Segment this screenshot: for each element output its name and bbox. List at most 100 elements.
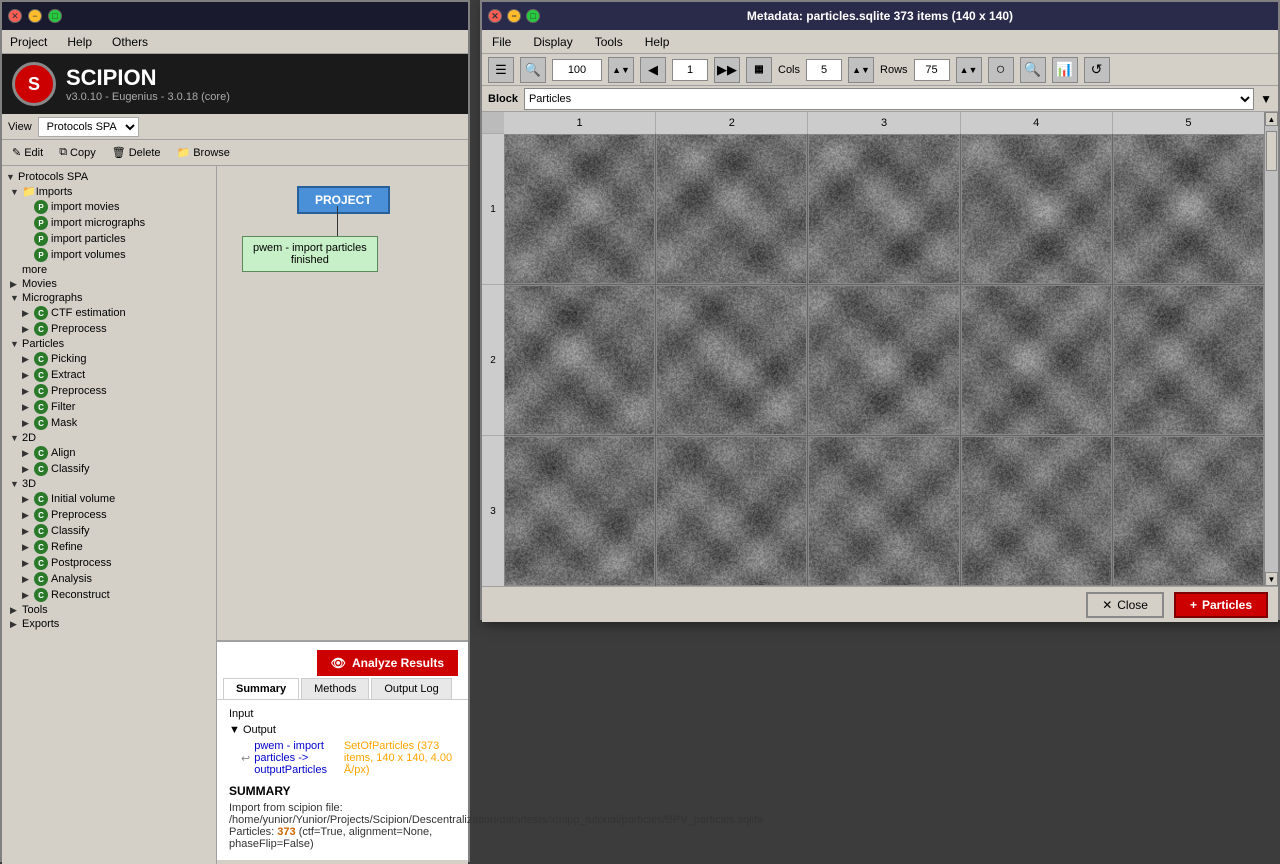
sidebar-item-exports[interactable]: ▶ Exports — [2, 617, 216, 631]
menu-project[interactable]: Project — [6, 33, 51, 51]
zoom-in-btn[interactable]: 🔍 — [520, 57, 546, 83]
sidebar-item-align[interactable]: ▶ C Align — [2, 445, 216, 461]
sidebar-item-classify-2d[interactable]: ▶ C Classify — [2, 461, 216, 477]
close-btn[interactable]: ✕ — [8, 9, 22, 23]
meta-menu-file[interactable]: File — [488, 33, 515, 51]
view-select[interactable]: Protocols SPA — [38, 117, 139, 137]
menu-help[interactable]: Help — [63, 33, 96, 51]
sidebar-item-refine[interactable]: ▶ C Refine — [2, 539, 216, 555]
rows-input[interactable] — [914, 59, 950, 81]
sidebar-item-reconstruct[interactable]: ▶ C Reconstruct — [2, 587, 216, 603]
sidebar-item-classify-3d[interactable]: ▶ C Classify — [2, 523, 216, 539]
browse-button[interactable]: 📁 Browse — [173, 144, 234, 161]
table-row[interactable] — [808, 134, 959, 284]
sidebar-label: Filter — [51, 401, 75, 413]
table-row[interactable] — [504, 285, 655, 435]
sidebar-item-filter[interactable]: ▶ C Filter — [2, 399, 216, 415]
table-row[interactable] — [656, 134, 807, 284]
sidebar-item-preprocess-3d[interactable]: ▶ C Preprocess — [2, 507, 216, 523]
cols-input[interactable] — [806, 59, 842, 81]
table-row[interactable] — [961, 436, 1112, 586]
sidebar-item-movies[interactable]: ▶ Movies — [2, 277, 216, 291]
block-select[interactable]: Particles — [524, 88, 1254, 110]
col-header-4: 4 — [961, 112, 1113, 134]
table-row[interactable] — [656, 285, 807, 435]
meta-menu-display[interactable]: Display — [529, 33, 576, 51]
sidebar-item-preprocess-particles[interactable]: ▶ C Preprocess — [2, 383, 216, 399]
table-view-btn[interactable]: ☰ — [488, 57, 514, 83]
meta-menu-tools[interactable]: Tools — [591, 33, 627, 51]
tab-summary[interactable]: Summary — [223, 678, 299, 699]
sidebar-item-more[interactable]: more — [2, 263, 216, 277]
stats-btn[interactable]: 📊 — [1052, 57, 1078, 83]
sidebar-item-picking[interactable]: ▶ C Picking — [2, 351, 216, 367]
sidebar-item-analysis[interactable]: ▶ C Analysis — [2, 571, 216, 587]
sidebar-item-extract[interactable]: ▶ C Extract — [2, 367, 216, 383]
table-row[interactable] — [1113, 436, 1264, 586]
sidebar-item-mask[interactable]: ▶ C Mask — [2, 415, 216, 431]
table-row[interactable] — [504, 436, 655, 586]
analyze-results-button[interactable]: 👁 Analyze Results — [317, 650, 458, 676]
sidebar-item-ctf[interactable]: ▶ C CTF estimation — [2, 305, 216, 321]
sidebar-item-imports[interactable]: ▼ 📁 Imports — [2, 184, 216, 199]
table-row[interactable] — [808, 436, 959, 586]
input-label: Input — [229, 708, 253, 720]
tab-output-log[interactable]: Output Log — [371, 678, 451, 699]
delete-button[interactable]: 🗑 Delete — [108, 144, 165, 161]
sidebar-item-protocols-spa[interactable]: ▼ Protocols SPA — [2, 170, 216, 184]
sidebar-item-2d[interactable]: ▼ 2D — [2, 431, 216, 445]
table-row[interactable] — [808, 285, 959, 435]
zoom-input[interactable] — [552, 59, 602, 81]
zoom-spinner-up[interactable]: ▲▼ — [608, 57, 634, 83]
nav-right-btn[interactable]: ▶▶ — [714, 57, 740, 83]
table-row[interactable] — [961, 134, 1112, 284]
sidebar-item-import-movies[interactable]: P import movies — [2, 199, 216, 215]
scrollbar[interactable]: ▲ ▼ — [1264, 112, 1278, 586]
sidebar-item-postprocess[interactable]: ▶ C Postprocess — [2, 555, 216, 571]
copy-button[interactable]: ⧉ Copy — [55, 144, 100, 161]
metadata-maximize-btn[interactable]: □ — [526, 9, 540, 23]
scroll-track[interactable] — [1265, 126, 1278, 572]
metadata-close-btn[interactable]: ✕ — [488, 9, 502, 23]
table-row[interactable] — [1113, 134, 1264, 284]
sidebar-item-tools[interactable]: ▶ Tools — [2, 603, 216, 617]
scroll-down-btn[interactable]: ▼ — [1265, 572, 1278, 586]
close-button[interactable]: ✕ Close — [1086, 592, 1164, 618]
maximize-btn[interactable]: □ — [48, 9, 62, 23]
search-btn[interactable]: 🔍 — [1020, 57, 1046, 83]
particles-button[interactable]: + Particles — [1174, 592, 1268, 618]
protocol-icon: C — [34, 508, 48, 522]
metadata-minimize-btn[interactable]: − — [507, 9, 521, 23]
reset-btn[interactable]: ○ — [988, 57, 1014, 83]
sidebar-item-micrographs[interactable]: ▼ Micrographs — [2, 291, 216, 305]
minimize-btn[interactable]: − — [28, 9, 42, 23]
output-label: Output — [243, 724, 276, 736]
table-row[interactable] — [1113, 285, 1264, 435]
scroll-up-btn[interactable]: ▲ — [1265, 112, 1278, 126]
tab-methods[interactable]: Methods — [301, 678, 369, 699]
protocol-icon: C — [34, 588, 48, 602]
cols-spinner[interactable]: ▲▼ — [848, 57, 874, 83]
sidebar-item-preprocess-micro[interactable]: ▶ C Preprocess — [2, 321, 216, 337]
nav-left-btn[interactable]: ◀ — [640, 57, 666, 83]
sidebar-item-import-particles[interactable]: P import particles — [2, 231, 216, 247]
menu-others[interactable]: Others — [108, 33, 152, 51]
table-row[interactable] — [961, 285, 1112, 435]
sidebar-item-initial-volume[interactable]: ▶ C Initial volume — [2, 491, 216, 507]
edit-button[interactable]: ✎ Edit — [8, 144, 47, 161]
rows-spinner[interactable]: ▲▼ — [956, 57, 982, 83]
refresh-btn[interactable]: ↺ — [1084, 57, 1110, 83]
sidebar-item-3d[interactable]: ▼ 3D — [2, 477, 216, 491]
project-node[interactable]: PROJECT — [297, 186, 390, 214]
scroll-thumb[interactable] — [1266, 131, 1277, 171]
select-all-btn[interactable]: ▦ — [746, 57, 772, 83]
meta-menu-help[interactable]: Help — [641, 33, 674, 51]
table-row[interactable] — [504, 134, 655, 284]
table-row[interactable] — [656, 436, 807, 586]
sidebar-item-particles[interactable]: ▼ Particles — [2, 337, 216, 351]
page-input[interactable] — [672, 59, 708, 81]
protocol-node[interactable]: pwem - import particlesfinished — [242, 236, 378, 272]
sidebar-item-import-volumes[interactable]: P import volumes — [2, 247, 216, 263]
output-link[interactable]: pwem - import particles -> outputParticl… — [254, 740, 344, 776]
sidebar-item-import-micrographs[interactable]: P import micrographs — [2, 215, 216, 231]
